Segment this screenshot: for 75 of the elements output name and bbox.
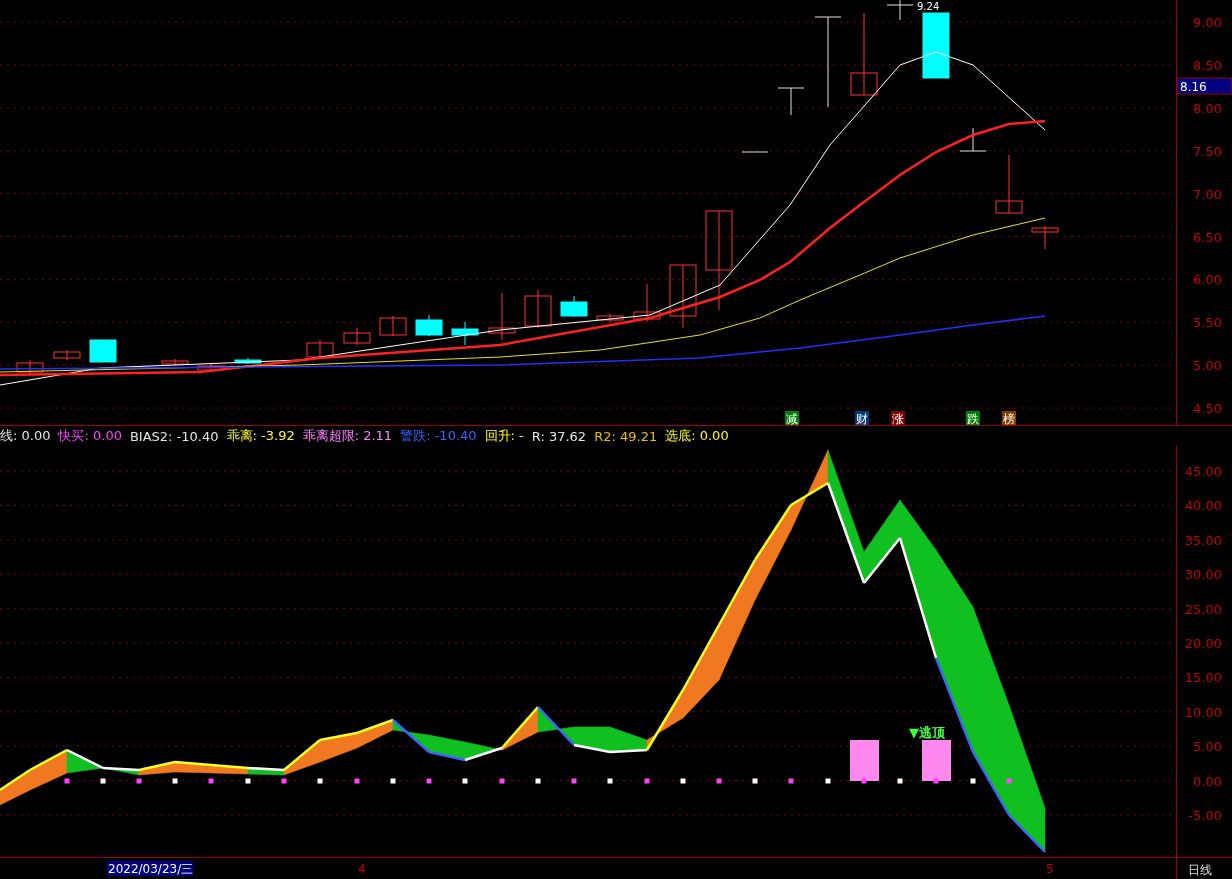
axis-label: 30.00 xyxy=(1184,567,1222,583)
candlestick xyxy=(741,151,769,153)
ribbon-segment xyxy=(319,732,358,763)
candlestick xyxy=(197,363,225,373)
axis-label: 6.00 xyxy=(1193,272,1222,288)
candlestick xyxy=(560,295,588,318)
candlestick xyxy=(16,359,44,375)
indicator-value: BIAS2: -10.40 xyxy=(129,428,219,444)
signal-marker: 减 xyxy=(785,411,799,426)
indicator-value: 快买: 0.00 xyxy=(58,427,122,445)
signal-marker: 榜 xyxy=(1002,411,1016,426)
indicator-value: R2: 49.21 xyxy=(594,428,658,444)
axis-label: 25.00 xyxy=(1184,601,1222,617)
indicator-value: R: 37.62 xyxy=(531,428,587,444)
candlestick xyxy=(669,264,697,329)
signal-bar xyxy=(922,740,951,781)
axis-label: 7.00 xyxy=(1193,186,1222,202)
axis-label: 15.00 xyxy=(1184,670,1222,686)
candlestick xyxy=(234,357,262,365)
candlestick xyxy=(959,127,987,152)
candlestick xyxy=(343,327,371,346)
axis-label: 40.00 xyxy=(1184,498,1222,514)
date-label: 4 xyxy=(358,862,366,876)
axis-label: 8.50 xyxy=(1193,57,1222,73)
ribbon-segment xyxy=(210,764,249,775)
axis-label: 45.00 xyxy=(1184,464,1222,479)
candlestick xyxy=(596,313,624,323)
sell-signal-label: ▼逃顶 xyxy=(909,725,945,740)
signal-marker: 跌 xyxy=(966,411,980,426)
axis-label: 4.50 xyxy=(1193,401,1222,417)
indicator-value: 线: 0.00 xyxy=(0,427,51,445)
indicator-value: 回升: - xyxy=(484,427,524,445)
axis-label: 5.00 xyxy=(1193,739,1222,755)
candlestick xyxy=(89,339,117,363)
candlestick xyxy=(488,292,516,341)
period-label: 日线 xyxy=(1188,863,1212,877)
candlestick xyxy=(306,339,334,359)
ribbon-segment xyxy=(428,734,466,761)
candlestick xyxy=(379,315,407,337)
axis-label: 8.00 xyxy=(1193,100,1222,116)
high-price-label: 9.24 xyxy=(917,1,940,12)
axis-label: 6.50 xyxy=(1193,229,1222,245)
ribbon-segment xyxy=(0,769,31,806)
indicator-value: 警跌: -10.40 xyxy=(400,427,477,445)
indicator-value: 选底: 0.00 xyxy=(665,427,729,445)
axis-label: -5.00 xyxy=(1188,808,1222,823)
axis-label: 35.00 xyxy=(1184,532,1222,548)
candlestick xyxy=(415,314,443,337)
axis-label: 9.00 xyxy=(1193,15,1222,30)
candlestick xyxy=(53,349,81,361)
candlestick xyxy=(451,321,479,346)
candlestick xyxy=(633,283,661,323)
ribbon-segment xyxy=(356,719,394,749)
candlestick xyxy=(922,12,950,79)
axis-label: 10.00 xyxy=(1184,704,1222,720)
candlestick xyxy=(886,0,914,21)
ribbon-segment xyxy=(174,761,212,774)
indicator-value: 乖离超限: 2.11 xyxy=(302,427,393,445)
axis-label: 5.50 xyxy=(1193,315,1222,331)
axis-label: 7.50 xyxy=(1193,143,1222,159)
date-label: 2022/03/23/三 xyxy=(107,861,194,876)
axis-label: 20.00 xyxy=(1184,636,1222,651)
candlestick xyxy=(161,358,189,367)
candlestick xyxy=(524,289,552,329)
candlestick xyxy=(995,154,1023,214)
signal-bar xyxy=(850,740,879,781)
axis-label: 0.00 xyxy=(1193,773,1222,789)
indicator-value: 乖离: -3.92 xyxy=(226,427,295,445)
current-price-tag: 8.16 xyxy=(1176,77,1232,95)
candlestick xyxy=(777,87,805,116)
axis-label: 5.00 xyxy=(1193,358,1222,374)
candlestick xyxy=(1031,225,1059,250)
date-label: 5 xyxy=(1046,862,1054,876)
signal-marker: 涨 xyxy=(891,411,905,426)
signal-marker: 财 xyxy=(855,411,869,426)
